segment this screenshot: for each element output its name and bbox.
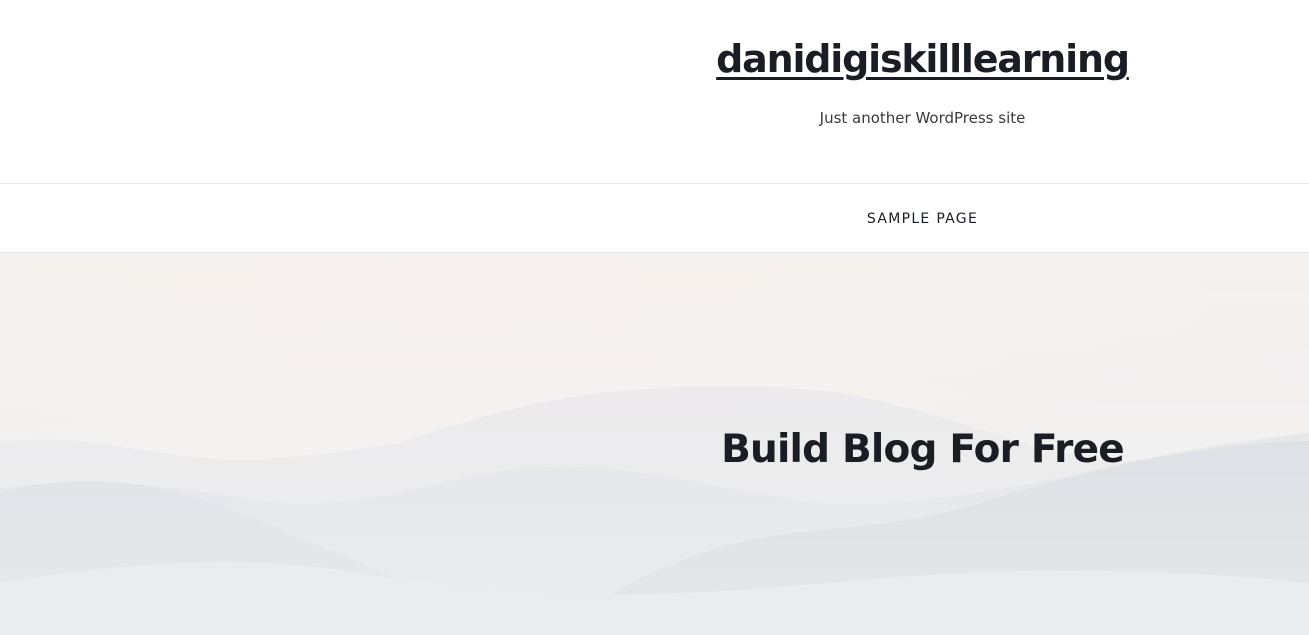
primary-navigation: SAMPLE PAGE — [0, 183, 1309, 253]
nav-link-sample-page[interactable]: SAMPLE PAGE — [867, 211, 978, 227]
site-title-link[interactable]: danidigiskilllearning — [716, 34, 1130, 84]
nav-item-sample-page[interactable]: SAMPLE PAGE — [536, 184, 1309, 252]
site-header: danidigiskilllearning Just another WordP… — [0, 0, 1309, 183]
site-tagline: Just another WordPress site — [819, 109, 1026, 127]
hero-heading: Build Blog For Free — [721, 427, 1125, 472]
site-branding: danidigiskilllearning Just another WordP… — [536, 0, 1309, 128]
hero-banner: Build Blog For Free — [0, 253, 1309, 635]
